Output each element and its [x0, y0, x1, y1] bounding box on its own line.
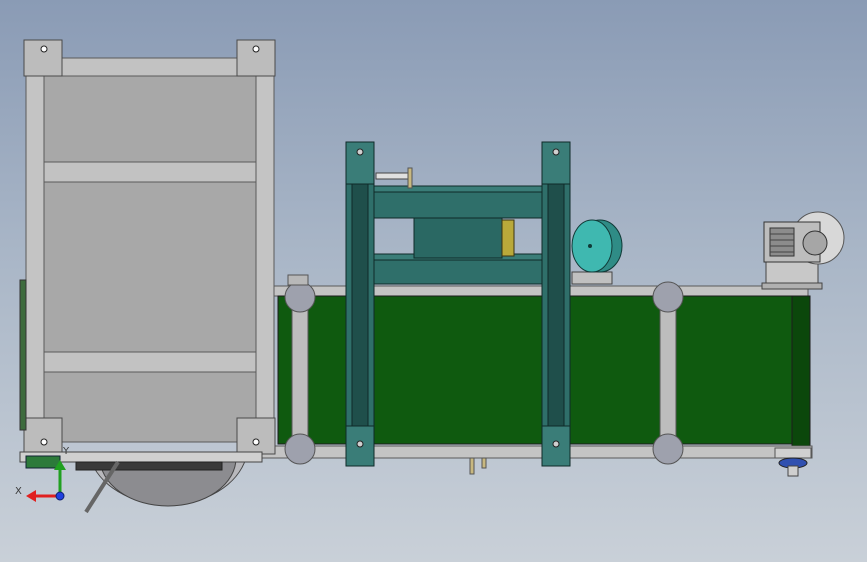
corner-plate-top-left: [23, 39, 63, 77]
gear-motor[interactable]: [761, 211, 845, 290]
frame-rail-top: [41, 57, 259, 77]
gantry-top-beam: [371, 191, 545, 219]
end-bolt: [787, 465, 799, 477]
cad-viewport[interactable]: X Y: [0, 0, 867, 562]
x-axis-label: X: [15, 486, 22, 497]
corner-plate-bottom-right: [236, 417, 276, 455]
motor-plate: [761, 282, 823, 290]
conveyor-end-roller: [791, 295, 811, 447]
motor-mount: [571, 271, 613, 285]
right-column-cap: [541, 141, 571, 185]
conveyor-post-2: [659, 295, 677, 447]
corner-plate-top-right: [236, 39, 276, 77]
corner-plate-bottom-left: [23, 417, 63, 455]
frame-upright-right: [255, 57, 275, 455]
frame-rail-lower: [41, 351, 259, 373]
cutting-drum[interactable]: [19, 451, 263, 514]
output-shaft: [802, 230, 828, 256]
drive-motor[interactable]: [571, 219, 623, 285]
frame-rail-upper: [41, 161, 259, 183]
end-fixture: [774, 447, 812, 459]
sensor-rod: [375, 172, 411, 180]
yellow-guide: [501, 219, 515, 257]
joint-bottom-right: [652, 433, 684, 465]
frame-upright-left: [25, 57, 45, 455]
gantry-carriage: [413, 217, 503, 259]
conveyor-assembly[interactable]: [259, 274, 813, 477]
joint-bottom-left: [284, 433, 316, 465]
blade-slot: [75, 461, 223, 471]
side-belt-edge: [19, 279, 27, 431]
conveyor-post-1: [291, 295, 309, 447]
gantry-lower-beam: [371, 257, 545, 285]
conveyor-bottom-rail: [259, 445, 813, 459]
foot-pin: [469, 457, 475, 475]
joint-top-right: [652, 281, 684, 313]
joint-top-left: [284, 281, 316, 313]
foot-pin: [481, 457, 487, 469]
bracket: [287, 274, 309, 286]
sensor-pin: [407, 167, 413, 189]
y-axis-label: Y: [63, 446, 70, 457]
left-column-cap: [345, 141, 375, 185]
left-frame-assembly[interactable]: [19, 39, 276, 455]
side-panel: [41, 57, 259, 443]
cad-drawing[interactable]: [0, 0, 867, 562]
green-bearing: [25, 455, 61, 469]
